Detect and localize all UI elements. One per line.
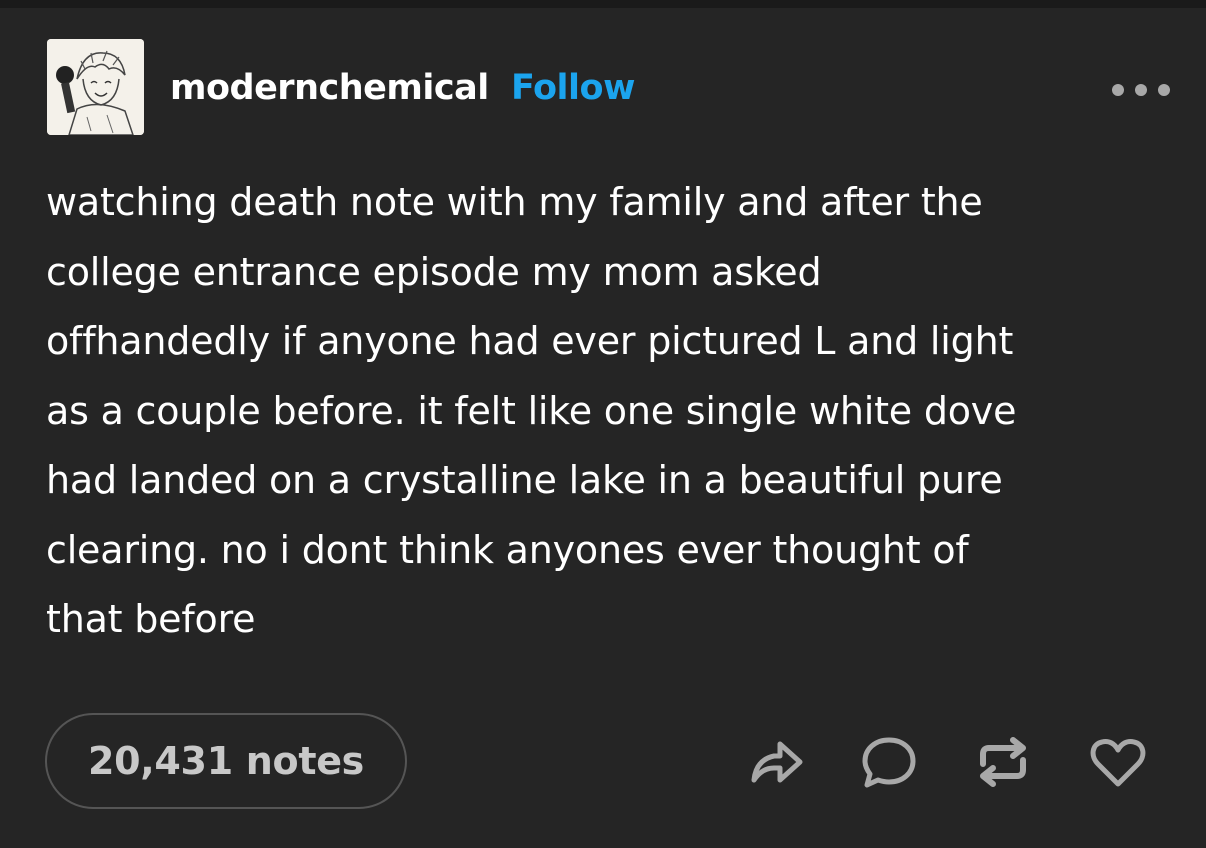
more-options-icon[interactable] — [1112, 80, 1170, 100]
avatar-sketch-icon — [47, 39, 144, 135]
top-border — [0, 0, 1206, 8]
more-dot — [1112, 84, 1124, 96]
more-dot — [1135, 84, 1147, 96]
post-body: watching death note with my family and a… — [46, 180, 1017, 641]
more-dot — [1158, 84, 1170, 96]
avatar[interactable] — [47, 39, 144, 135]
share-icon[interactable] — [744, 730, 808, 794]
reply-icon[interactable] — [857, 730, 921, 794]
reblog-icon[interactable] — [971, 730, 1035, 794]
notes-count-button[interactable]: 20,431 notes — [45, 713, 407, 809]
follow-button[interactable]: Follow — [511, 68, 635, 108]
heart-icon[interactable] — [1086, 730, 1150, 794]
post-card: modernchemical Follow watching death not… — [0, 8, 1206, 848]
username[interactable]: modernchemical — [170, 68, 489, 108]
